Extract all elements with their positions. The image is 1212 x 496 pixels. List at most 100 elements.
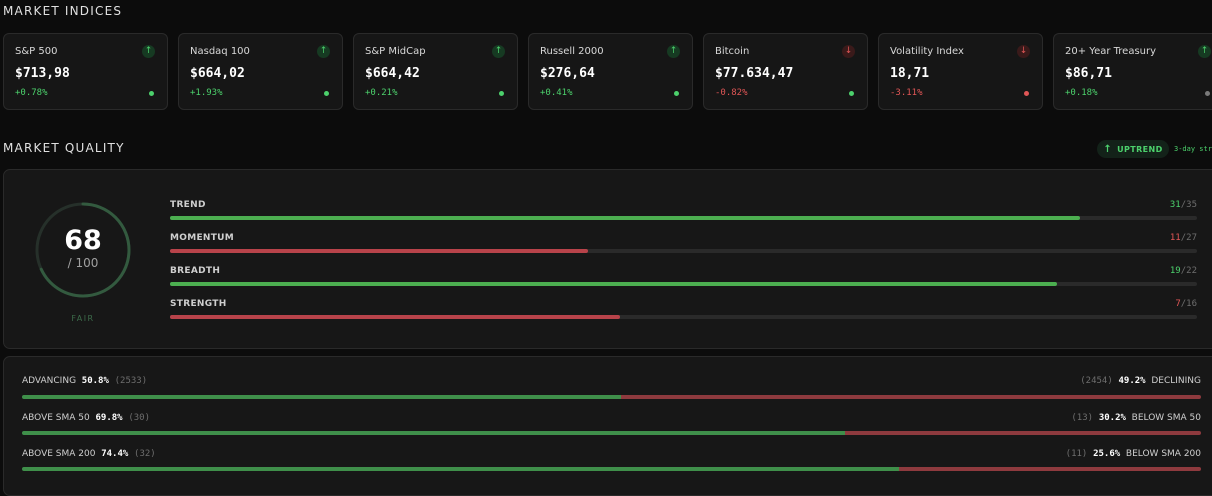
- metric-bar-momentum: [170, 249, 1197, 253]
- index-change: +0.21%: [365, 88, 398, 98]
- arrow-up-icon: ↑: [492, 45, 505, 58]
- breadth-right-count: (11): [1065, 449, 1088, 459]
- arrow-up-icon: ↑: [1198, 45, 1211, 58]
- index-name: 20+ Year Treasury: [1065, 46, 1157, 57]
- index-value: $77.634,47: [715, 66, 794, 81]
- breadth-right-pct: 30.2%: [1098, 413, 1126, 423]
- breadth-right-pct: 25.6%: [1093, 449, 1121, 459]
- index-card[interactable]: S&P 500 ↑ $713,98 +0.78%: [3, 33, 168, 110]
- breadth-left: ABOVE SMA 50 69.8% (30): [22, 413, 150, 423]
- index-value: $713,98: [15, 66, 70, 81]
- metric-label-breadth: BREADTH: [170, 266, 221, 276]
- arrow-down-icon: ↓: [1017, 45, 1030, 58]
- index-cards: S&P 500 ↑ $713,98 +0.78% Nasdaq 100 ↑ $6…: [3, 33, 1212, 112]
- metric-den: /22: [1180, 266, 1197, 276]
- uptrend-badge: ↑ UPTREND: [1097, 140, 1169, 158]
- quality-rating: FAIR: [71, 314, 95, 323]
- breadth-left-label: ABOVE SMA 200: [22, 449, 96, 459]
- index-card[interactable]: 20+ Year Treasury ↑ $86,71 +0.18%: [1053, 33, 1212, 110]
- breadth-right-count: (2454): [1080, 376, 1113, 386]
- metric-label-momentum: MOMENTUM: [170, 233, 235, 243]
- metric-bar-trend: [170, 216, 1197, 220]
- breadth-right-pct: 49.2%: [1118, 376, 1146, 386]
- metric-den: /35: [1180, 200, 1197, 210]
- breadth-left-label: ADVANCING: [22, 376, 77, 386]
- index-value: $86,71: [1065, 66, 1112, 81]
- index-value: $664,02: [190, 66, 245, 81]
- index-card[interactable]: Russell 2000 ↑ $276,64 +0.41%: [528, 33, 693, 110]
- metric-fill: [170, 216, 1080, 220]
- breadth-bar-advancing: [22, 395, 1201, 399]
- breadth-left-pct: 50.8%: [81, 376, 109, 386]
- breadth-negative-fill: [620, 395, 1201, 399]
- breadth-positive-fill: [22, 467, 900, 471]
- index-value: $276,64: [540, 66, 595, 81]
- metric-den: /27: [1180, 233, 1197, 243]
- breadth-right: (2454) 49.2% DECLINING: [1080, 376, 1201, 386]
- index-name: S&P MidCap: [365, 46, 426, 57]
- breadth-left-label: ABOVE SMA 50: [22, 413, 90, 423]
- metric-bar-breadth: [170, 282, 1197, 286]
- metric-fill: [170, 282, 1058, 286]
- breadth-right-label: DECLINING: [1151, 376, 1201, 386]
- index-value: 18,71: [890, 66, 930, 81]
- index-name: S&P 500: [15, 46, 58, 57]
- metric-den: /16: [1180, 299, 1197, 309]
- metric-score-strength: 7/16: [1175, 299, 1197, 309]
- index-card[interactable]: Bitcoin ↓ $77.634,47 -0.82%: [703, 33, 868, 110]
- index-change: +0.18%: [1065, 88, 1098, 98]
- metric-fill: [170, 315, 620, 319]
- index-name: Bitcoin: [715, 46, 750, 57]
- metric-fill: [170, 249, 588, 253]
- breadth-left-count: (32): [134, 449, 156, 459]
- metric-score-breadth: 19/22: [1170, 266, 1197, 276]
- breadth-left: ABOVE SMA 200 74.4% (32): [22, 449, 156, 459]
- index-change: +0.78%: [15, 88, 48, 98]
- index-change: +0.41%: [540, 88, 573, 98]
- index-name: Volatility Index: [890, 46, 964, 57]
- index-card[interactable]: Nasdaq 100 ↑ $664,02 +1.93%: [178, 33, 343, 110]
- arrow-up-icon: ↑: [667, 45, 680, 58]
- quality-panel: [3, 169, 1212, 349]
- metric-num: 31: [1169, 200, 1181, 210]
- metric-label-strength: STRENGTH: [170, 299, 227, 309]
- breadth-left-count: (2533): [114, 376, 148, 386]
- breadth-left: ADVANCING 50.8% (2533): [22, 376, 147, 386]
- arrow-down-icon: ↓: [842, 45, 855, 58]
- breadth-right-count: (13): [1071, 413, 1094, 423]
- breadth-left-pct: 74.4%: [101, 449, 129, 459]
- arrow-up-icon: ↑: [317, 45, 330, 58]
- metric-num: 11: [1169, 233, 1181, 243]
- arrow-up-icon: ↑: [142, 45, 155, 58]
- breadth-positive-fill: [22, 431, 845, 435]
- index-value: $664,42: [365, 66, 420, 81]
- breadth-left-pct: 69.8%: [95, 413, 123, 423]
- index-card[interactable]: Volatility Index ↓ 18,71 -3.11%: [878, 33, 1043, 110]
- status-dot-icon: [1205, 91, 1210, 96]
- breadth-bar-sma50: [22, 431, 1201, 435]
- status-dot-icon: [849, 91, 854, 96]
- status-dot-icon: [674, 91, 679, 96]
- market-quality-title: MARKET QUALITY: [3, 141, 125, 155]
- streak-label: 3-day stre: [1174, 145, 1212, 153]
- breadth-panel: [3, 356, 1212, 496]
- status-dot-icon: [1024, 91, 1029, 96]
- metric-score-momentum: 11/27: [1170, 233, 1197, 243]
- breadth-right-label: BELOW SMA 200: [1125, 449, 1201, 459]
- index-change: -0.82%: [715, 88, 748, 98]
- status-dot-icon: [324, 91, 329, 96]
- quality-score: 68: [64, 225, 102, 256]
- market-indices-title: MARKET INDICES: [3, 4, 123, 18]
- trend-label: UPTREND: [1117, 144, 1163, 154]
- breadth-bar-sma200: [22, 467, 1201, 471]
- index-card[interactable]: S&P MidCap ↑ $664,42 +0.21%: [353, 33, 518, 110]
- index-change: +1.93%: [190, 88, 223, 98]
- breadth-right: (11) 25.6% BELOW SMA 200: [1066, 449, 1201, 459]
- metric-bar-strength: [170, 315, 1197, 319]
- index-change: -3.11%: [890, 88, 923, 98]
- metric-label-trend: TREND: [170, 200, 206, 210]
- breadth-negative-fill: [844, 431, 1201, 435]
- breadth-right: (13) 30.2% BELOW SMA 50: [1071, 413, 1201, 423]
- status-dot-icon: [499, 91, 504, 96]
- status-dot-icon: [149, 91, 154, 96]
